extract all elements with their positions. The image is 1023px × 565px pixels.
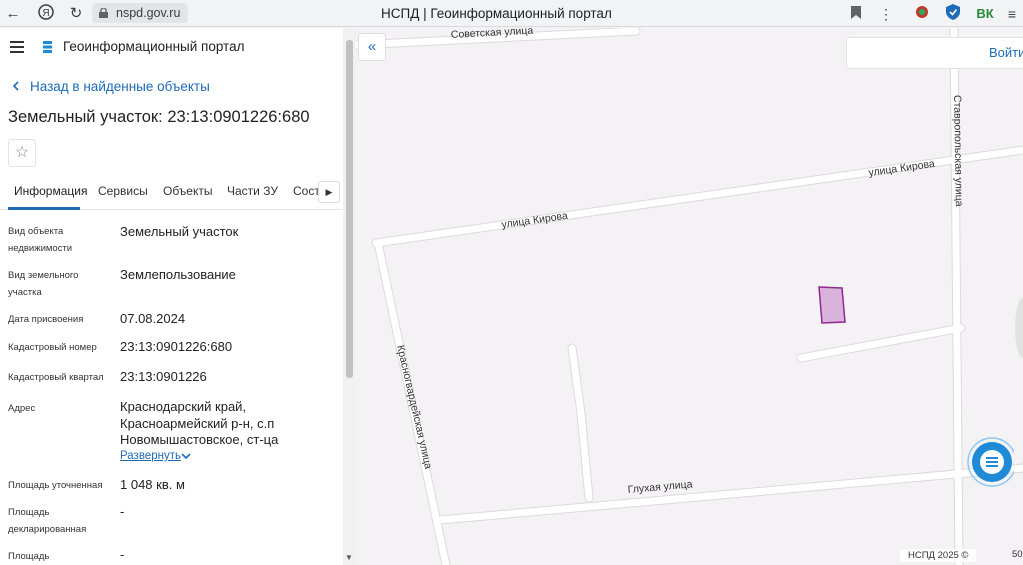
value-area: -	[120, 547, 125, 562]
svg-text:Я: Я	[42, 8, 49, 19]
value-assignment-date: 07.08.2024	[120, 311, 186, 326]
tab-parts[interactable]: Части ЗУ	[227, 184, 278, 198]
label-cadastral-number: Кадастровый номер	[8, 342, 97, 353]
tab-bar: Информация Сервисы Объекты Части ЗУ Сост…	[0, 176, 343, 210]
scrollbar-thumb[interactable]	[346, 40, 353, 378]
collapse-panel-icon[interactable]: «	[358, 33, 386, 61]
object-info-panel: Геоинформационный портал Назад в найденн…	[0, 28, 356, 565]
browser-toolbar: ← Я ↻ nspd.gov.ru НСПД | Геоинформационн…	[0, 0, 1023, 27]
back-link-label: Назад в найденные объекты	[30, 79, 210, 94]
more-menu-icon[interactable]: ⋮	[876, 4, 896, 24]
chevron-down-icon[interactable]	[181, 453, 191, 460]
vk-extension-icon[interactable]: ВК	[972, 4, 998, 24]
lock-icon	[99, 8, 108, 18]
street-label-stavropolskaya: Ставропольская улица	[951, 95, 965, 207]
value-specified-area: 1 048 кв. м	[120, 477, 185, 492]
label-assignment-date: Дата присвоения	[8, 314, 84, 325]
label-object-type: Вид объекта недвижимости	[8, 226, 73, 254]
portal-title: Геоинформационный портал	[63, 39, 245, 54]
reload-icon[interactable]: ↻	[66, 4, 86, 24]
login-button[interactable]: Войти	[989, 45, 1023, 60]
back-to-results-link[interactable]: Назад в найденные объекты	[10, 79, 210, 94]
active-tab-indicator	[8, 207, 80, 210]
value-object-type: Земельный участок	[120, 224, 239, 239]
value-cadastral-quarter: 23:13:0901226	[120, 369, 207, 384]
menu-icon[interactable]: ≡	[1002, 4, 1022, 24]
tab-information[interactable]: Информация	[14, 184, 87, 198]
shield-icon[interactable]	[943, 4, 963, 24]
portal-logo-icon	[43, 41, 52, 53]
back-arrow-icon[interactable]: ←	[3, 4, 23, 24]
map-footer: НСПД 2025 ©	[900, 549, 977, 562]
land-parcel-polygon[interactable]	[818, 286, 846, 324]
street-label-kirova-1: улица Кирова	[868, 158, 936, 179]
street-label-krasnogvardeyskaya: Красногвардейская улица	[394, 344, 434, 470]
chat-icon[interactable]	[962, 436, 1014, 488]
chevron-left-icon	[12, 81, 19, 91]
browser-tab-title: НСПД | Геоинформационный портал	[381, 6, 612, 21]
bookmark-icon[interactable]	[846, 4, 866, 24]
scroll-down-arrow-icon[interactable]: ▼	[345, 553, 353, 562]
tab-objects[interactable]: Объекты	[163, 184, 213, 198]
expand-address-link[interactable]: Развернуть	[120, 450, 181, 462]
map-canvas[interactable]: Советская улица улица Кирова улица Киров…	[356, 28, 1023, 565]
tabs-scroll-right-icon[interactable]: ▶	[318, 181, 340, 203]
address-bar[interactable]: nspd.gov.ru	[92, 3, 188, 23]
value-parcel-type: Землепользование	[120, 267, 236, 282]
value-declared-area: -	[120, 504, 125, 519]
street-label-kirova-2: улица Кирова	[501, 210, 569, 231]
map-scale: 50	[1012, 549, 1023, 560]
panel-scrollbar[interactable]: ▼	[343, 28, 356, 565]
street-label-glukhaya: Глухая улица	[627, 478, 693, 496]
tab-composition[interactable]: Соста	[293, 184, 319, 198]
value-cadastral-number: 23:13:0901226:680	[120, 339, 233, 354]
map-svg: Советская улица улица Кирова улица Киров…	[356, 28, 1023, 565]
tab-services[interactable]: Сервисы	[98, 184, 148, 198]
value-address: Краснодарский край, Красноармейский р-н,…	[120, 399, 279, 447]
label-address: Адрес	[8, 403, 36, 414]
label-area: Площадь	[8, 551, 50, 562]
url-text: nspd.gov.ru	[116, 6, 181, 20]
object-title: Земельный участок: 23:13:0901226:680	[8, 108, 310, 126]
label-declared-area: Площадь декларированная	[8, 507, 87, 535]
label-specified-area: Площадь уточненная	[8, 480, 103, 491]
hamburger-menu-icon[interactable]	[10, 41, 24, 53]
yandex-icon[interactable]: Я	[36, 4, 56, 24]
label-parcel-type: Вид земельного участка	[8, 270, 79, 298]
favorite-star-icon[interactable]: ☆	[8, 139, 36, 167]
extension-icon[interactable]	[912, 4, 932, 24]
label-cadastral-quarter: Кадастровый квартал	[8, 372, 104, 383]
